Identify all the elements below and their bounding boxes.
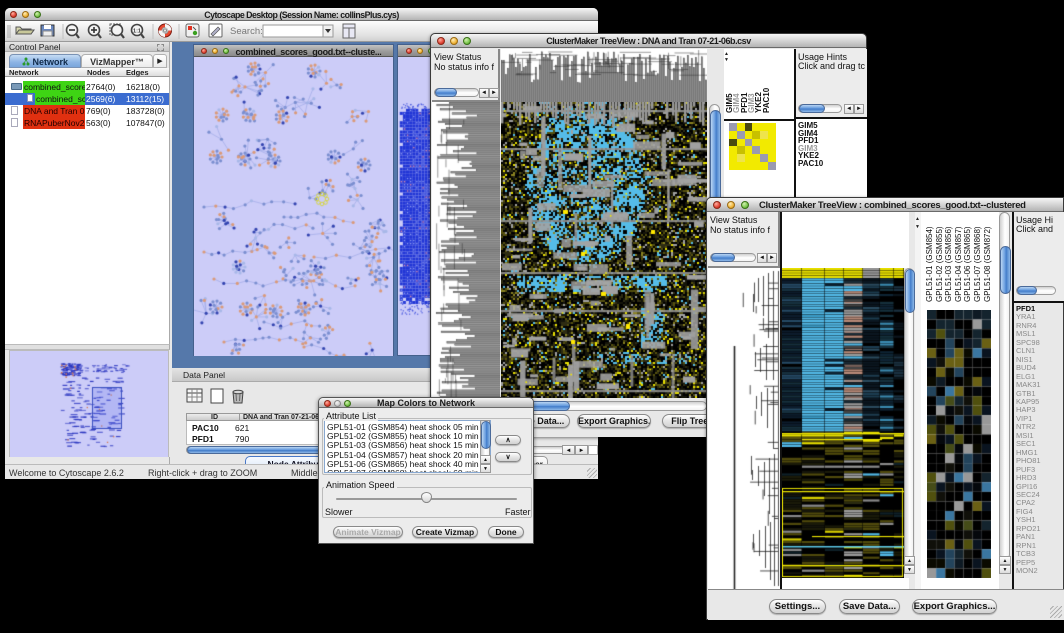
svg-text:Search:: Search: [230,26,263,37]
svg-text:1:1: 1:1 [133,29,141,35]
